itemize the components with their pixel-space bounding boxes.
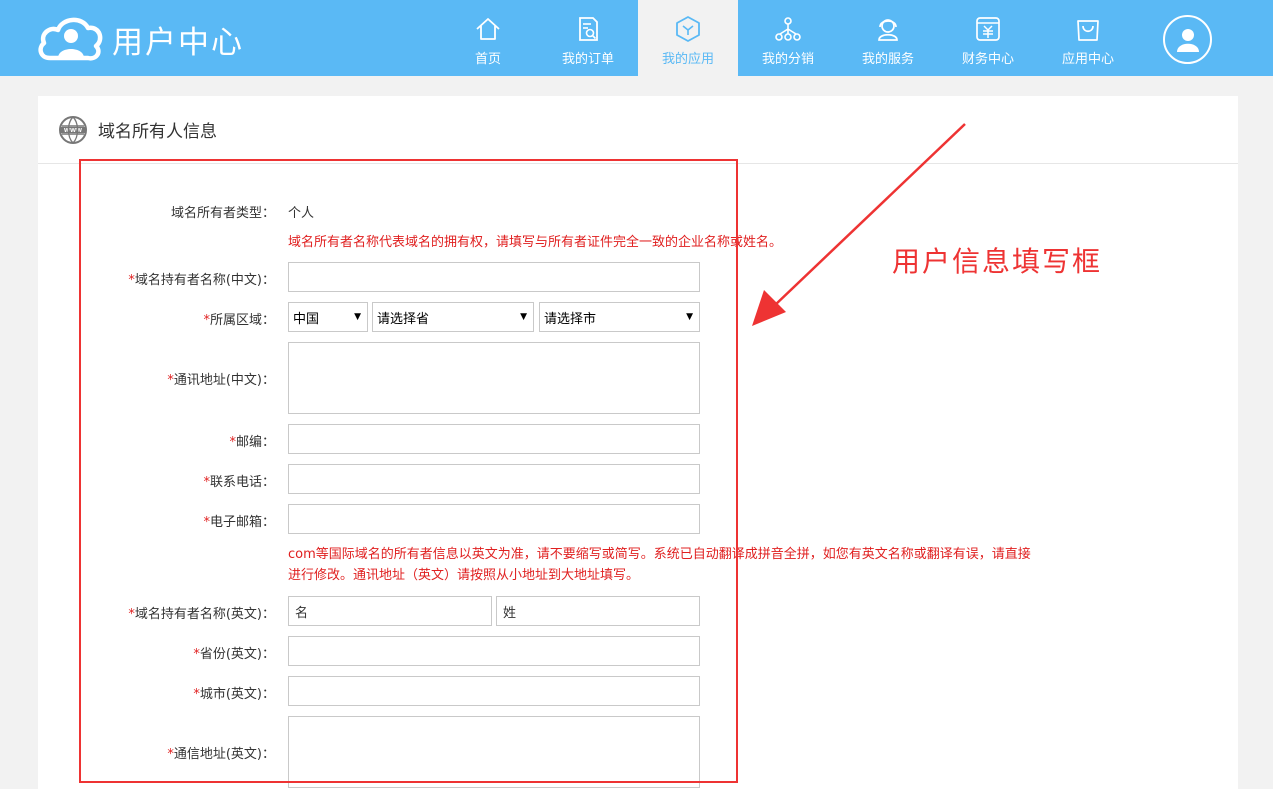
label-text: 域名持有者名称(中文)： bbox=[134, 273, 275, 288]
main-nav: 首页 我的订单 我的应用 我的分销 我的服务 财务中心 应用中心 bbox=[438, 0, 1138, 76]
annotation-label: 用户信息填写框 bbox=[892, 245, 1103, 278]
last-name-en-input[interactable] bbox=[496, 596, 700, 626]
address-en-textarea[interactable] bbox=[288, 716, 700, 788]
address-cn-textarea[interactable] bbox=[288, 342, 700, 414]
nav-item-my-apps[interactable]: 我的应用 bbox=[638, 0, 738, 76]
cloud-user-logo-icon bbox=[38, 17, 103, 61]
label-text: 省份(英文)： bbox=[199, 647, 275, 662]
city-en-label: *城市(英文)： bbox=[193, 683, 275, 702]
city-select-value: 请选择市 bbox=[544, 311, 597, 327]
nav-label: 我的订单 bbox=[561, 52, 614, 67]
nav-item-finance[interactable]: 财务中心 bbox=[938, 0, 1038, 76]
label-text: 域名持有者名称(英文)： bbox=[134, 607, 275, 622]
label-text: 通讯地址(中文)： bbox=[173, 373, 275, 388]
label-text: 电子邮箱： bbox=[209, 515, 275, 530]
service-icon bbox=[873, 14, 903, 44]
svg-text:WWW: WWW bbox=[64, 128, 82, 134]
city-en-input[interactable] bbox=[288, 676, 700, 706]
app-cube-icon bbox=[673, 14, 703, 44]
postcode-label: *邮编： bbox=[229, 431, 275, 450]
label-text: 所属区域： bbox=[209, 313, 275, 328]
nav-item-services[interactable]: 我的服务 bbox=[838, 0, 938, 76]
phone-label: *联系电话： bbox=[203, 471, 275, 490]
name-cn-input[interactable] bbox=[288, 262, 700, 292]
label-text: 通信地址(英文)： bbox=[173, 747, 275, 762]
brand[interactable]: 用户中心 bbox=[36, 14, 244, 64]
province-select-value: 请选择省 bbox=[377, 311, 430, 327]
nav-item-orders[interactable]: 我的订单 bbox=[538, 0, 638, 76]
nav-label: 我的服务 bbox=[861, 52, 914, 67]
province-en-input[interactable] bbox=[288, 636, 700, 666]
owner-name-note: 域名所有者名称代表域名的拥有权，请填写与所有者证件完全一致的企业名称或姓名。 bbox=[288, 235, 783, 250]
province-en-label: *省份(英文)： bbox=[193, 643, 275, 662]
first-name-en-input[interactable] bbox=[288, 596, 492, 626]
name-en-label: *域名持有者名称(英文)： bbox=[128, 603, 275, 622]
nav-label: 应用中心 bbox=[1061, 52, 1114, 67]
nav-item-distribution[interactable]: 我的分销 bbox=[738, 0, 838, 76]
label-text: 邮编： bbox=[235, 435, 275, 450]
label-text: 城市(英文)： bbox=[199, 687, 275, 702]
note-line: com等国际域名的所有者信息以英文为准，请不要缩写或简写。系统已自动翻译成拼音全… bbox=[288, 547, 1031, 562]
panel-header: WWW 域名所有人信息 bbox=[38, 96, 1238, 164]
www-globe-icon: WWW bbox=[59, 115, 87, 144]
region-label: *所属区域： bbox=[203, 309, 275, 328]
panel-title: 域名所有人信息 bbox=[98, 122, 217, 142]
nav-label: 我的分销 bbox=[761, 52, 814, 67]
owner-info-panel: WWW 域名所有人信息 域名所有者类型： 个人 域名所有者名称代表域名的拥有权，… bbox=[38, 96, 1238, 789]
owner-type-label: 域名所有者类型： bbox=[170, 206, 275, 221]
chevron-down-icon: ▼ bbox=[686, 312, 693, 322]
province-select[interactable]: 请选择省 ▼ bbox=[372, 302, 534, 332]
country-select[interactable]: 中国 ▼ bbox=[288, 302, 368, 332]
email-label: *电子邮箱： bbox=[203, 511, 275, 530]
chevron-down-icon: ▼ bbox=[520, 312, 527, 322]
order-icon bbox=[573, 14, 603, 44]
english-info-note: com等国际域名的所有者信息以英文为准，请不要缩写或简写。系统已自动翻译成拼音全… bbox=[288, 544, 1108, 586]
home-icon bbox=[473, 14, 503, 44]
postcode-input[interactable] bbox=[288, 424, 700, 454]
finance-icon bbox=[973, 14, 1003, 44]
shopping-bag-icon bbox=[1073, 14, 1103, 44]
note-line: 进行修改。通讯地址（英文）请按照从小地址到大地址填写。 bbox=[288, 568, 640, 583]
user-icon bbox=[1176, 28, 1199, 52]
address-en-label: *通信地址(英文)： bbox=[167, 743, 275, 762]
distribution-icon bbox=[773, 14, 803, 44]
name-cn-label: *域名持有者名称(中文)： bbox=[128, 269, 275, 288]
nav-label: 财务中心 bbox=[961, 52, 1014, 67]
nav-item-home[interactable]: 首页 bbox=[438, 0, 538, 76]
phone-input[interactable] bbox=[288, 464, 700, 494]
country-select-value: 中国 bbox=[293, 311, 320, 327]
user-avatar[interactable] bbox=[1163, 15, 1212, 64]
owner-type-value: 个人 bbox=[288, 206, 315, 221]
nav-label: 我的应用 bbox=[661, 52, 714, 67]
chevron-down-icon: ▼ bbox=[354, 312, 361, 322]
nav-label: 首页 bbox=[474, 52, 501, 67]
brand-title: 用户中心 bbox=[112, 24, 244, 61]
address-cn-label: *通讯地址(中文)： bbox=[167, 369, 275, 388]
top-header: 用户中心 首页 我的订单 我的应用 我的分销 我的服务 财务中心 应用中心 bbox=[0, 0, 1273, 76]
label-text: 联系电话： bbox=[209, 475, 275, 490]
nav-item-app-center[interactable]: 应用中心 bbox=[1038, 0, 1138, 76]
city-select[interactable]: 请选择市 ▼ bbox=[539, 302, 700, 332]
email-input[interactable] bbox=[288, 504, 700, 534]
